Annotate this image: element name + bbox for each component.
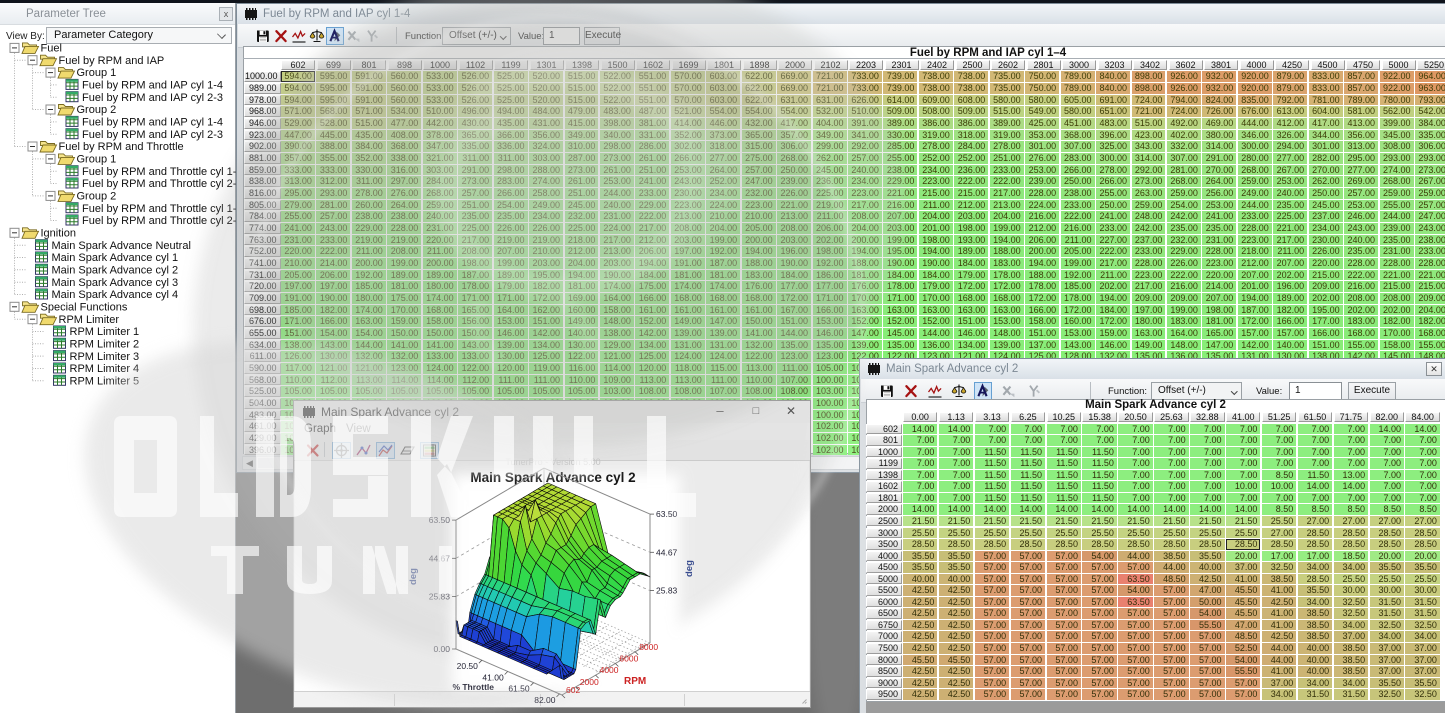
svg-text:Fuel: Fuel xyxy=(41,43,62,55)
svg-text:Fuel by RPM and IAP cyl 2-3: Fuel by RPM and IAP cyl 2-3 xyxy=(82,129,223,141)
svg-text:RPM Limiter 3: RPM Limiter 3 xyxy=(70,351,140,363)
svg-text:RPM Limiter: RPM Limiter xyxy=(59,314,120,326)
svg-text:Group 2: Group 2 xyxy=(77,191,117,203)
svg-text:Group 1: Group 1 xyxy=(77,154,117,166)
svg-text:RPM Limiter 4: RPM Limiter 4 xyxy=(70,363,140,375)
svg-text:Main Spark Advance cyl 1: Main Spark Advance cyl 1 xyxy=(52,252,179,264)
svg-text:Main Spark Advance Neutral: Main Spark Advance Neutral xyxy=(52,240,191,252)
svg-text:Fuel by RPM and Throttle: Fuel by RPM and Throttle xyxy=(59,141,184,153)
svg-text:Fuel by RPM and IAP cyl 1-4: Fuel by RPM and IAP cyl 1-4 xyxy=(82,80,223,92)
svg-text:RPM Limiter 1: RPM Limiter 1 xyxy=(70,326,140,338)
svg-text:Fuel by RPM and Throttle cyl 1: Fuel by RPM and Throttle cyl 1-4 xyxy=(82,166,236,178)
svg-text:Fuel by RPM and IAP cyl 2-3: Fuel by RPM and IAP cyl 2-3 xyxy=(82,92,223,104)
svg-text:Fuel by RPM and IAP cyl 1-4: Fuel by RPM and IAP cyl 1-4 xyxy=(82,117,223,129)
svg-text:Special Functions: Special Functions xyxy=(41,301,128,313)
svg-text:Fuel by RPM and Throttle cyl 1: Fuel by RPM and Throttle cyl 1-4 xyxy=(82,203,236,215)
svg-text:Group 2: Group 2 xyxy=(77,104,117,116)
svg-text:Fuel by RPM and IAP: Fuel by RPM and IAP xyxy=(59,55,165,67)
svg-text:RPM Limiter 2: RPM Limiter 2 xyxy=(70,338,140,350)
svg-text:Group 1: Group 1 xyxy=(77,67,117,79)
svg-text:Fuel by RPM and Throttle cyl 2: Fuel by RPM and Throttle cyl 2-3 xyxy=(82,215,236,227)
svg-text:Main Spark Advance cyl 2: Main Spark Advance cyl 2 xyxy=(52,264,179,276)
svg-text:Main Spark Advance cyl 4: Main Spark Advance cyl 4 xyxy=(52,289,179,301)
svg-text:RPM Limiter 5: RPM Limiter 5 xyxy=(70,375,140,387)
svg-text:Ignition: Ignition xyxy=(41,227,76,239)
svg-text:Fuel by RPM and Throttle cyl 2: Fuel by RPM and Throttle cyl 2-3 xyxy=(82,178,236,190)
svg-text:Main Spark Advance cyl 3: Main Spark Advance cyl 3 xyxy=(52,277,179,289)
